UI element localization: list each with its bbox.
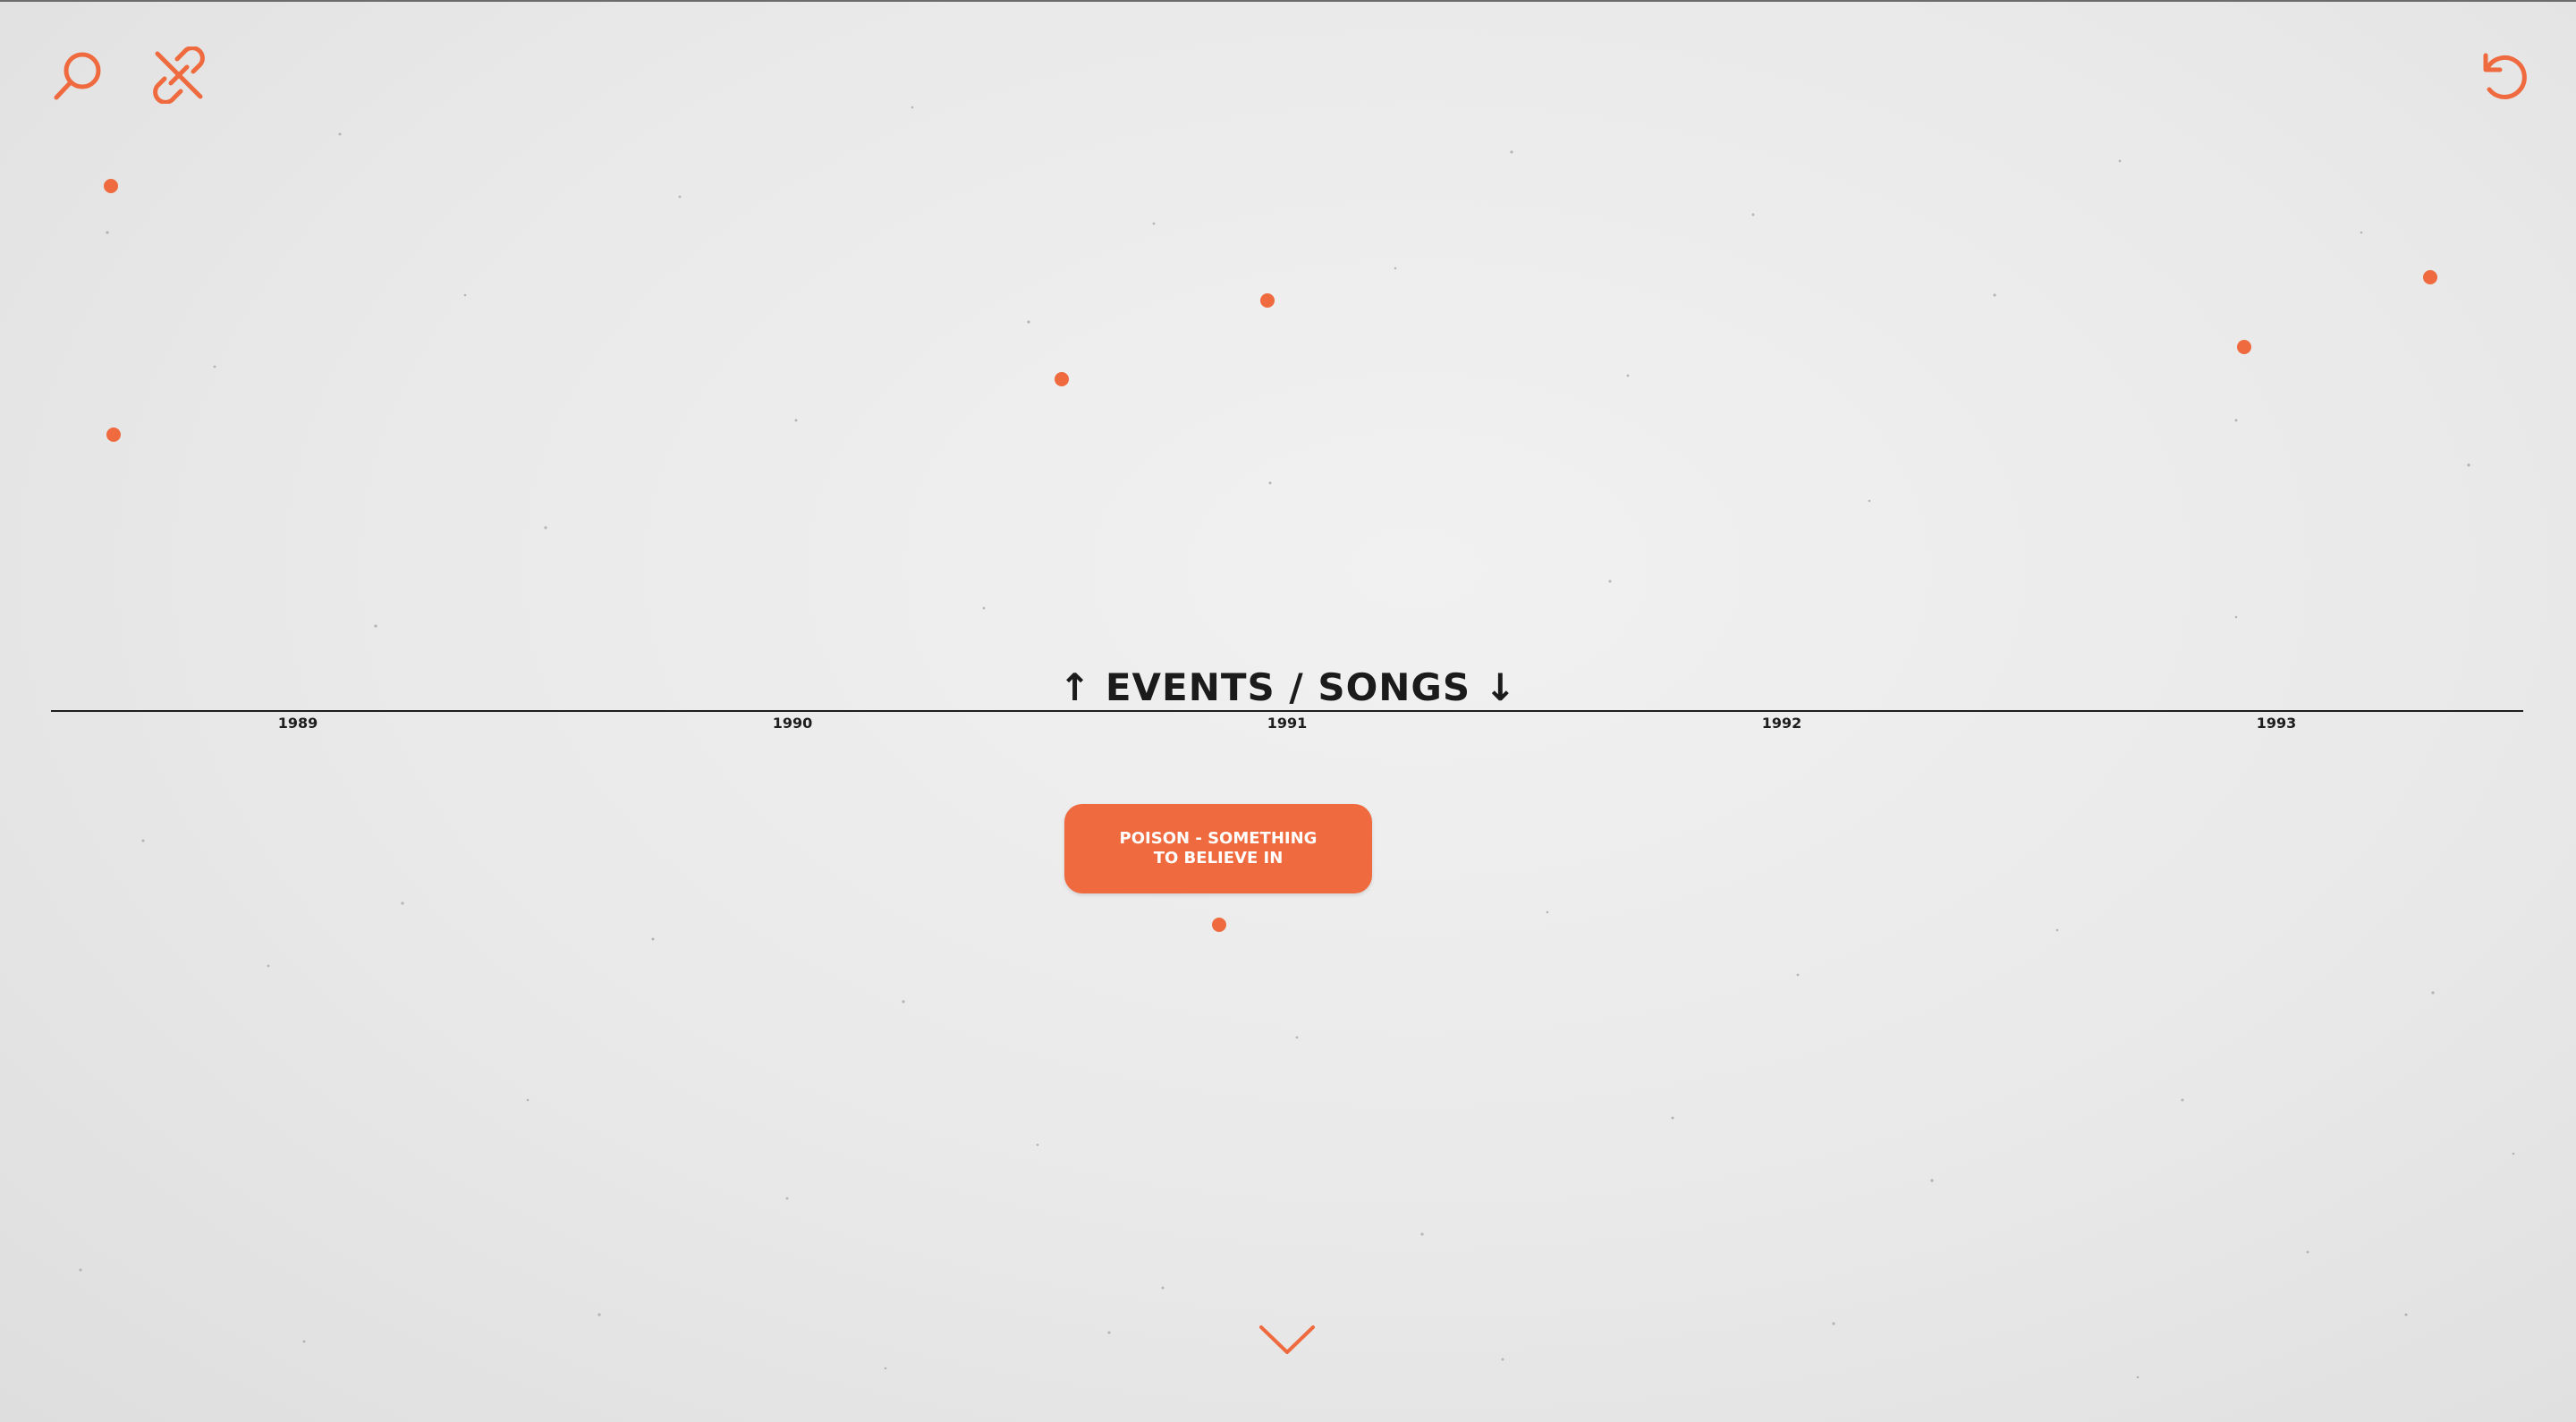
search-icon <box>54 52 101 100</box>
event-dot[interactable] <box>2237 340 2251 354</box>
chevron-down-icon[interactable] <box>1258 1322 1317 1358</box>
event-dot[interactable] <box>106 427 121 442</box>
song-card-label: POISON - SOMETHING TO BELIEVE IN <box>1119 829 1318 868</box>
timeline-axis <box>51 710 2523 712</box>
undo-icon <box>2483 53 2527 99</box>
link-off-icon <box>153 47 205 104</box>
window-top-border <box>0 0 2576 2</box>
year-label: 1992 <box>1761 715 1802 732</box>
year-label: 1989 <box>277 715 318 732</box>
song-card[interactable]: POISON - SOMETHING TO BELIEVE IN <box>1064 804 1372 893</box>
event-dot[interactable] <box>104 179 118 193</box>
timeline-heading: ↑ EVENTS / SONGS ↓ <box>1059 665 1517 709</box>
event-dot[interactable] <box>1055 372 1069 386</box>
year-label: 1990 <box>772 715 813 732</box>
timeline-page: ↑ EVENTS / SONGS ↓ 1989 1990 1991 1992 1… <box>0 0 2576 1422</box>
event-dot[interactable] <box>2423 270 2437 284</box>
unlink-button[interactable] <box>150 47 208 104</box>
event-dot[interactable] <box>1260 293 1275 308</box>
year-label: 1991 <box>1267 715 1308 732</box>
song-dot[interactable] <box>1212 918 1226 932</box>
search-button[interactable] <box>48 47 106 104</box>
year-label: 1993 <box>2256 715 2297 732</box>
reset-button[interactable] <box>2473 47 2530 104</box>
